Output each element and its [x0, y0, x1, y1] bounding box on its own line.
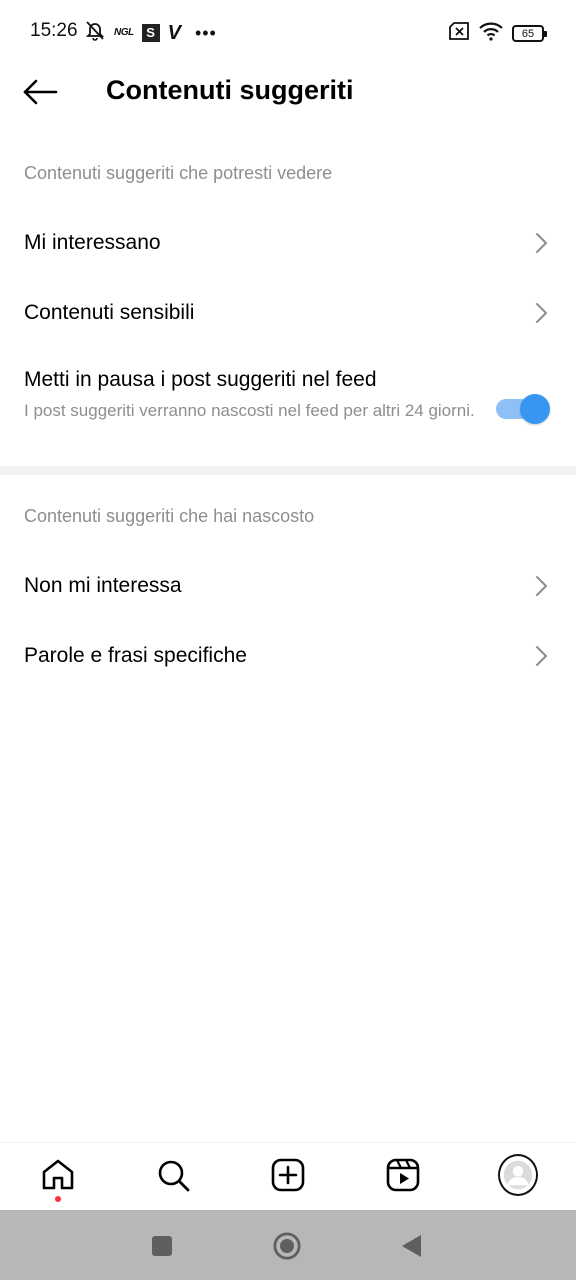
status-bar: 15:26 NGL S V ••• 65 [0, 0, 576, 62]
more-icon: ••• [194, 22, 217, 43]
row-label: Non mi interessa [24, 574, 182, 597]
chevron-right-icon [536, 233, 547, 253]
page-title: Contenuti suggeriti [106, 75, 354, 105]
battery-icon: 65 [512, 25, 547, 42]
section-divider [0, 466, 576, 475]
s-app-icon: S [141, 23, 160, 42]
recents-square-icon [152, 1236, 172, 1256]
v-app-icon: V [167, 21, 181, 44]
nav-create[interactable] [268, 1155, 308, 1195]
system-back-button[interactable] [397, 1232, 425, 1260]
home-icon [42, 1159, 74, 1190]
arrow-left-icon [23, 79, 58, 105]
nav-reels[interactable] [383, 1155, 423, 1195]
section-label-suggested: Contenuti suggeriti che potresti vedere [24, 163, 333, 183]
status-icons-right: 65 [448, 21, 547, 46]
toggle-description: I post suggeriti verranno nascosti nel f… [24, 401, 475, 420]
profile-avatar [498, 1154, 538, 1196]
recents-button[interactable] [148, 1232, 176, 1260]
row-mi-interessano[interactable]: Mi interessano [0, 215, 576, 271]
toggle-title: Metti in pausa i post suggeriti nel feed [24, 368, 377, 391]
header: Contenuti suggeriti [0, 62, 576, 122]
nav-home[interactable] [38, 1155, 78, 1202]
create-post-icon [271, 1158, 305, 1192]
mute-bell-icon [84, 19, 106, 46]
reels-icon [386, 1158, 420, 1192]
chevron-right-icon [536, 576, 547, 596]
system-home-button[interactable] [273, 1232, 301, 1260]
section-label-hidden: Contenuti suggeriti che hai nascosto [24, 506, 315, 526]
row-non-mi-interessa[interactable]: Non mi interessa [0, 558, 576, 614]
row-label: Contenuti sensibili [24, 301, 195, 324]
no-sim-icon [448, 22, 470, 45]
row-label: Parole e frasi specifiche [24, 644, 247, 667]
nav-profile[interactable] [498, 1154, 538, 1196]
notification-dot [55, 1196, 61, 1202]
status-icons-left: NGL S V ••• [84, 19, 217, 46]
search-icon [158, 1160, 190, 1192]
pause-suggested-posts-row: Metti in pausa i post suggeriti nel feed… [0, 362, 576, 454]
system-nav-bar [0, 1210, 576, 1280]
chevron-right-icon [536, 646, 547, 666]
ngl-icon: NGL [114, 27, 134, 38]
back-button[interactable] [22, 76, 60, 108]
wifi-icon [478, 21, 504, 46]
toggle-knob [520, 394, 550, 424]
chevron-right-icon [536, 303, 547, 323]
nav-search[interactable] [153, 1155, 193, 1195]
home-circle-icon [273, 1232, 301, 1260]
bottom-nav [0, 1142, 576, 1210]
row-contenuti-sensibili[interactable]: Contenuti sensibili [0, 285, 576, 341]
status-time: 15:26 [30, 20, 78, 41]
back-triangle-icon [402, 1235, 421, 1257]
row-label: Mi interessano [24, 231, 161, 254]
row-parole-frasi[interactable]: Parole e frasi specifiche [0, 628, 576, 684]
pause-suggested-posts-toggle[interactable] [496, 392, 550, 424]
